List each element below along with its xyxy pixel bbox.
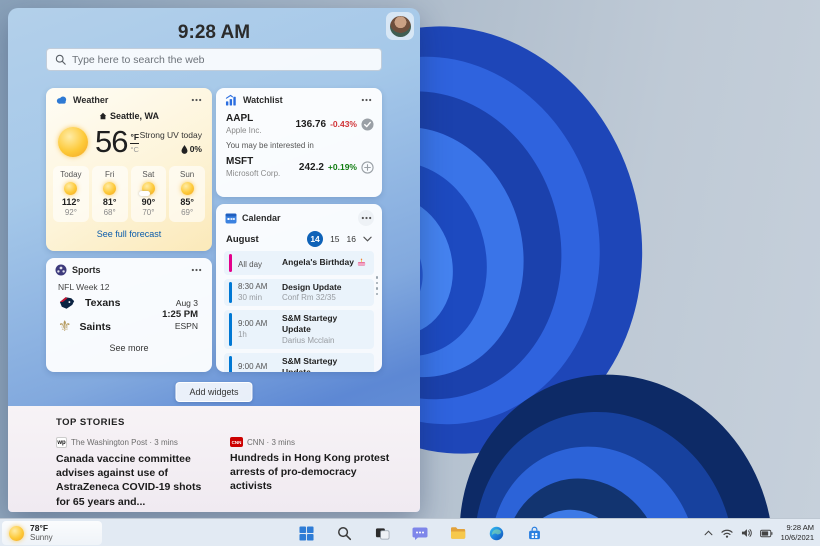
panel-clock: 9:28 AM bbox=[177, 22, 251, 43]
weather-location: Seattle, WA bbox=[109, 111, 159, 121]
system-tray: 9:28 AM 10/6/2021 bbox=[704, 519, 814, 546]
stories-heading: TOP STORIES bbox=[56, 417, 125, 428]
battery-icon[interactable] bbox=[759, 529, 773, 538]
sports-menu-button[interactable] bbox=[188, 264, 204, 276]
calendar-event[interactable]: 9:00 AM 1h S&M Startegy Update Darius Mc… bbox=[224, 310, 374, 349]
calendar-menu-button[interactable] bbox=[358, 210, 374, 226]
location-home-icon bbox=[99, 112, 107, 120]
sports-ball-icon bbox=[55, 264, 67, 276]
calendar-date-14[interactable]: 14 bbox=[307, 231, 324, 247]
taskbar-date: 10/6/2021 bbox=[780, 533, 814, 542]
widgets-panel: 9:28 AM Weather bbox=[8, 8, 420, 512]
top-stories-section: TOP STORIES wp The Washington Post · 3 m… bbox=[8, 406, 420, 512]
see-full-forecast-link[interactable]: See full forecast bbox=[46, 229, 212, 239]
unit-fahrenheit-toggle[interactable]: °F bbox=[130, 132, 140, 144]
calendar-icon bbox=[225, 213, 237, 224]
droplet-icon bbox=[181, 144, 188, 154]
screen: 9:28 AM Weather bbox=[0, 0, 820, 546]
event-color-bar bbox=[229, 313, 232, 346]
volume-icon[interactable] bbox=[741, 528, 752, 538]
stock-row-msft[interactable]: MSFT Microsoft Corp. 242.2 +0.19% bbox=[216, 153, 382, 180]
watchlist-title: Watchlist bbox=[243, 95, 283, 105]
watchlist-widget: Watchlist AAPL Apple Inc. 136.76 -0.43% bbox=[216, 88, 382, 197]
league-label: NFL Week 12 bbox=[58, 282, 110, 292]
weather-current: 56 °F °C Strong UV today 0% bbox=[46, 121, 212, 160]
calendar-month: August bbox=[226, 233, 259, 245]
weather-condition: Strong UV today bbox=[139, 130, 202, 140]
search-icon[interactable] bbox=[331, 521, 357, 545]
taskbar-time: 9:28 AM bbox=[786, 523, 814, 533]
taskbar-temp: 78°F bbox=[30, 523, 49, 534]
search-input[interactable] bbox=[72, 53, 373, 66]
profile-button[interactable] bbox=[386, 12, 414, 40]
story-item[interactable]: CNN CNN · 3 mins Hundreds in Hong Kong p… bbox=[230, 437, 390, 509]
partly-cloudy-icon bbox=[138, 182, 155, 196]
calendar-scroll-indicator[interactable] bbox=[375, 276, 378, 295]
watchlist-menu-button[interactable] bbox=[358, 94, 374, 106]
forecast-day[interactable]: Today 112° 92° bbox=[53, 166, 89, 222]
game-info: Aug 3 1:25 PM ESPN bbox=[162, 298, 198, 331]
sports-widget: Sports NFL Week 12 Texans ⚜ Saints Aug 3… bbox=[46, 258, 212, 372]
watchlist-chart-icon bbox=[225, 94, 236, 106]
chevron-up-icon[interactable] bbox=[704, 530, 713, 536]
story-item[interactable]: wp The Washington Post · 3 mins Canada v… bbox=[56, 437, 216, 509]
forecast-day[interactable]: Sat 90° 70° bbox=[130, 166, 167, 222]
taskbar-clock[interactable]: 9:28 AM 10/6/2021 bbox=[781, 523, 814, 543]
file-explorer-icon[interactable] bbox=[445, 521, 471, 545]
task-view-icon[interactable] bbox=[369, 521, 395, 545]
weather-menu-button[interactable] bbox=[188, 94, 204, 106]
calendar-event[interactable]: 8:30 AM 30 min Design Update Conf Rm 32/… bbox=[224, 279, 374, 307]
forecast-day[interactable]: Fri 81° 68° bbox=[91, 166, 128, 222]
saints-logo: ⚜ bbox=[58, 318, 72, 335]
taskbar: 78°F Sunny 9:28 AM 10/6/2021 bbox=[0, 518, 820, 546]
interest-label: You may be interested in bbox=[226, 141, 314, 151]
web-search-bar[interactable] bbox=[46, 48, 382, 71]
weather-title: Weather bbox=[73, 95, 109, 105]
precip-value: 0% bbox=[189, 144, 202, 154]
store-icon[interactable] bbox=[521, 521, 547, 545]
unit-celsius-toggle[interactable]: °C bbox=[130, 145, 139, 154]
sunny-icon bbox=[58, 127, 88, 157]
weather-widget: Weather Seattle, WA 56 °F °C Strong UV t… bbox=[46, 88, 212, 251]
event-color-bar bbox=[229, 254, 232, 272]
edge-icon[interactable] bbox=[483, 521, 509, 545]
start-icon[interactable] bbox=[293, 521, 319, 545]
chevron-down-icon[interactable] bbox=[363, 236, 372, 242]
cnn-logo: CNN bbox=[230, 437, 243, 447]
current-temp: 56 bbox=[95, 124, 128, 159]
add-circle-icon[interactable] bbox=[361, 161, 374, 174]
sunny-icon bbox=[64, 182, 78, 195]
event-color-bar bbox=[229, 282, 232, 304]
calendar-event[interactable]: 9:00 AM 1h S&M Startegy Update Darius Mc… bbox=[224, 352, 374, 372]
add-widgets-button[interactable]: Add widgets bbox=[175, 382, 253, 402]
search-icon bbox=[55, 54, 66, 65]
chat-icon[interactable] bbox=[407, 521, 433, 545]
see-more-link[interactable]: See more bbox=[46, 343, 212, 353]
wifi-icon[interactable] bbox=[721, 529, 733, 538]
calendar-widget: Calendar August 14 15 16 All day Angela'… bbox=[216, 204, 382, 372]
avatar bbox=[389, 15, 411, 37]
taskbar-condition: Sunny bbox=[30, 533, 53, 543]
widgets-taskbar-button[interactable]: 78°F Sunny bbox=[2, 521, 102, 545]
forecast-row: Today 112° 92° Fri 81° 68° Sat 90° 70° S… bbox=[46, 160, 212, 222]
forecast-day[interactable]: Sun 85° 69° bbox=[169, 166, 205, 222]
sports-title: Sports bbox=[72, 265, 101, 275]
stock-row-aapl[interactable]: AAPL Apple Inc. 136.76 -0.43% bbox=[216, 110, 382, 137]
sunny-icon bbox=[9, 525, 24, 541]
cake-icon bbox=[357, 259, 366, 267]
sunny-icon bbox=[180, 182, 194, 195]
calendar-date-15[interactable]: 15 bbox=[330, 234, 339, 244]
event-color-bar bbox=[229, 355, 232, 372]
weather-location-row[interactable]: Seattle, WA bbox=[46, 111, 212, 121]
calendar-date-16[interactable]: 16 bbox=[347, 234, 356, 244]
check-circle-icon[interactable] bbox=[361, 118, 374, 131]
texans-logo bbox=[59, 297, 75, 309]
weather-cloud-icon bbox=[56, 96, 67, 104]
washington-post-logo: wp bbox=[56, 437, 67, 448]
calendar-event[interactable]: All day Angela's Birthday bbox=[224, 251, 374, 275]
calendar-title: Calendar bbox=[242, 213, 281, 223]
taskbar-app-icons bbox=[293, 519, 547, 546]
sunny-icon bbox=[103, 182, 117, 195]
